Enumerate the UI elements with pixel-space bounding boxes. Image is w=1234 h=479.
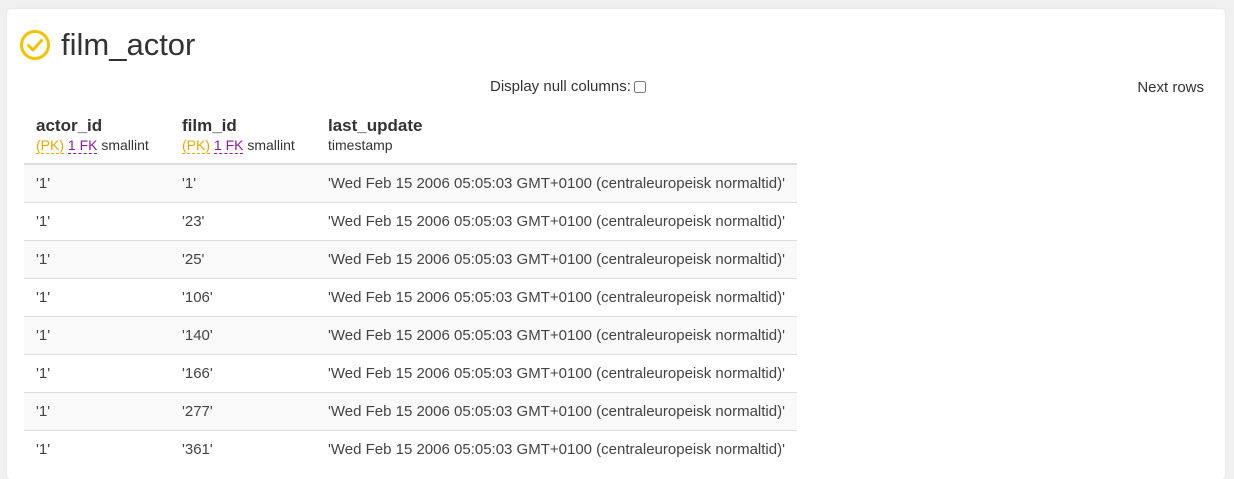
pk-badge[interactable]: (PK) — [36, 137, 64, 154]
column-type: smallint — [101, 137, 149, 153]
column-name: last_update — [328, 116, 423, 135]
table-cell: '1' — [24, 354, 170, 393]
table-cell: '1' — [24, 278, 170, 317]
table-row: '1' '361' 'Wed Feb 15 2006 05:05:03 GMT+… — [24, 430, 797, 468]
table-row: '1' '1' 'Wed Feb 15 2006 05:05:03 GMT+01… — [24, 163, 797, 203]
table-cell: 'Wed Feb 15 2006 05:05:03 GMT+0100 (cent… — [316, 202, 797, 241]
table-cell: 'Wed Feb 15 2006 05:05:03 GMT+0100 (cent… — [316, 430, 797, 468]
table-cell: '1' — [24, 430, 170, 468]
column-header: film_id (PK) 1 FK smallint — [170, 108, 316, 165]
column-meta: (PK) 1 FK smallint — [36, 135, 158, 155]
table-cell: '25' — [170, 240, 316, 279]
table-cell: '277' — [170, 392, 316, 431]
table-cell: '166' — [170, 354, 316, 393]
table-cell: '1' — [24, 240, 170, 279]
table-row: '1' '23' 'Wed Feb 15 2006 05:05:03 GMT+0… — [24, 202, 797, 241]
table-row: '1' '277' 'Wed Feb 15 2006 05:05:03 GMT+… — [24, 392, 797, 431]
table-cell: 'Wed Feb 15 2006 05:05:03 GMT+0100 (cent… — [316, 163, 797, 203]
table-cell: '1' — [24, 316, 170, 355]
column-name: actor_id — [36, 116, 103, 135]
display-null-checkbox[interactable] — [633, 80, 646, 93]
table-cell: 'Wed Feb 15 2006 05:05:03 GMT+0100 (cent… — [316, 354, 797, 393]
table-cell: '106' — [170, 278, 316, 317]
data-table: actor_id (PK) 1 FK smallint film_id (PK)… — [24, 108, 797, 468]
table-row: '1' '140' 'Wed Feb 15 2006 05:05:03 GMT+… — [24, 316, 797, 355]
table-row: '1' '166' 'Wed Feb 15 2006 05:05:03 GMT+… — [24, 354, 797, 393]
pk-badge[interactable]: (PK) — [182, 137, 210, 154]
fk-badge[interactable]: 1 FK — [213, 137, 244, 154]
table-cell: 'Wed Feb 15 2006 05:05:03 GMT+0100 (cent… — [316, 240, 797, 279]
next-rows-link[interactable]: Next rows — [1137, 79, 1204, 96]
table-cell: 'Wed Feb 15 2006 05:05:03 GMT+0100 (cent… — [316, 392, 797, 431]
table-cell: '23' — [170, 202, 316, 241]
table-cell: '1' — [24, 202, 170, 241]
table-row: '1' '106' 'Wed Feb 15 2006 05:05:03 GMT+… — [24, 278, 797, 317]
table-cell: '1' — [170, 163, 316, 203]
header-row: actor_id (PK) 1 FK smallint film_id (PK)… — [24, 108, 797, 165]
check-circle-icon — [20, 30, 50, 60]
table-cell: 'Wed Feb 15 2006 05:05:03 GMT+0100 (cent… — [316, 316, 797, 355]
table-cell: '361' — [170, 430, 316, 468]
column-name: film_id — [182, 116, 237, 135]
column-header: actor_id (PK) 1 FK smallint — [24, 108, 170, 165]
display-null-columns: Display null columns: — [490, 78, 646, 95]
table-cell: '1' — [24, 392, 170, 431]
table-cell: '140' — [170, 316, 316, 355]
fk-badge[interactable]: 1 FK — [67, 137, 98, 154]
title-row: film_actor — [19, 27, 195, 63]
table-cell: 'Wed Feb 15 2006 05:05:03 GMT+0100 (cent… — [316, 278, 797, 317]
column-meta: timestamp — [328, 135, 785, 155]
table-cell: '1' — [24, 163, 170, 203]
display-null-label: Display null columns: — [490, 78, 631, 95]
table-row: '1' '25' 'Wed Feb 15 2006 05:05:03 GMT+0… — [24, 240, 797, 279]
column-meta: (PK) 1 FK smallint — [182, 135, 304, 155]
column-type: smallint — [247, 137, 295, 153]
column-header: last_update timestamp — [316, 108, 797, 165]
column-type: timestamp — [328, 137, 393, 153]
page-title: film_actor — [61, 27, 196, 62]
